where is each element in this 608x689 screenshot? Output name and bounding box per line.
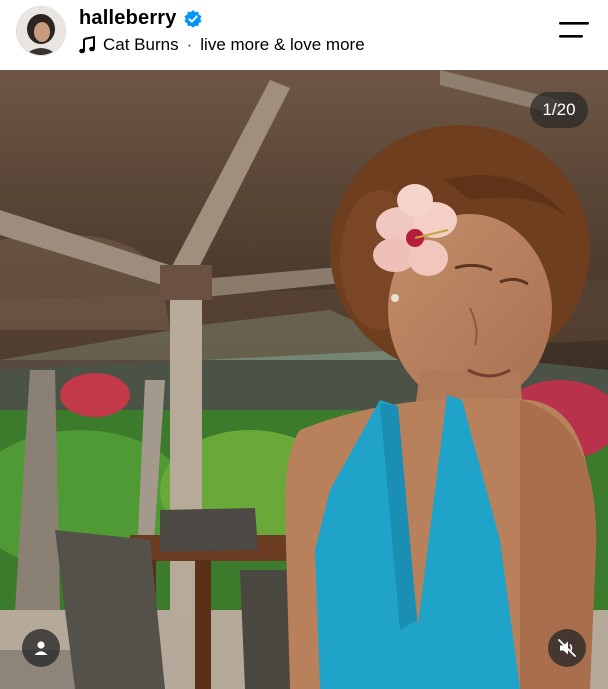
verified-badge-icon xyxy=(184,9,202,28)
media-counter: 1/20 xyxy=(530,92,588,128)
avatar[interactable] xyxy=(16,6,66,56)
audio-row[interactable]: Cat Burns · live more & love more xyxy=(79,35,365,55)
speaker-muted-icon xyxy=(558,639,576,657)
mute-button[interactable] xyxy=(548,629,586,667)
avatar-image xyxy=(17,7,65,55)
menu-icon[interactable] xyxy=(559,20,591,40)
username[interactable]: halleberry xyxy=(79,7,177,30)
audio-separator: · xyxy=(186,35,193,54)
post-header: halleberry Cat Burns · live more & love … xyxy=(0,0,608,70)
music-note-icon xyxy=(79,36,95,54)
username-row: halleberry xyxy=(79,7,203,30)
person-icon xyxy=(34,641,48,655)
audio-artist: Cat Burns xyxy=(103,35,179,54)
post-photo xyxy=(0,70,608,689)
post-media[interactable]: 1/20 xyxy=(0,70,608,689)
user-tags-button[interactable] xyxy=(22,629,60,667)
audio-title: live more & love more xyxy=(200,35,365,54)
